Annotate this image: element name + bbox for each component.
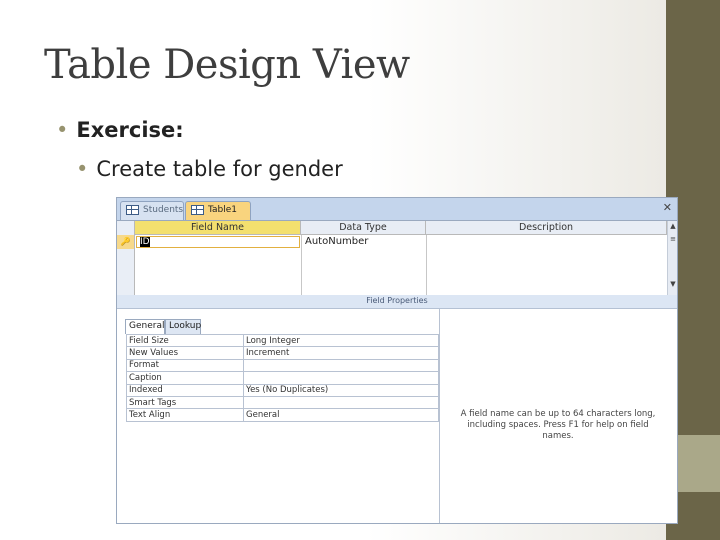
bullet-create-table-text: Create table for gender: [96, 157, 343, 181]
column-divider: [301, 235, 302, 295]
row-selector-column: [117, 221, 135, 295]
column-header-field-name[interactable]: Field Name: [135, 221, 301, 235]
property-name: Text Align: [126, 408, 244, 422]
primary-key-icon[interactable]: 🔑: [117, 235, 134, 249]
field-name-input[interactable]: ID: [136, 236, 300, 248]
table-row: Caption: [126, 371, 439, 385]
table-row: Format: [126, 358, 439, 373]
scroll-down-icon[interactable]: ▼: [669, 279, 677, 289]
property-value[interactable]: [243, 371, 439, 385]
bullet-create-table: • Create table for gender: [76, 157, 343, 181]
document-tab-strip: Students Table1 ✕: [117, 198, 677, 221]
property-name: Smart Tags: [126, 395, 244, 410]
scroll-thumb-icon[interactable]: ≡: [669, 234, 677, 244]
property-name: Field Size: [126, 333, 244, 348]
bullet-dot: •: [56, 118, 69, 142]
field-properties-label: Field Properties: [366, 296, 428, 305]
help-text: A field name can be up to 64 characters …: [460, 409, 656, 441]
access-table-design-window: Students Table1 ✕ 🔑 Field Name Data Type…: [116, 197, 678, 524]
table-icon: [126, 205, 139, 215]
column-header-data-type[interactable]: Data Type: [301, 221, 426, 235]
tab-general[interactable]: General: [125, 319, 165, 334]
data-type-cell[interactable]: AutoNumber: [305, 236, 368, 248]
table-row: Text Align General: [126, 408, 439, 422]
bullet-dot: •: [76, 157, 89, 181]
tab-table1-label: Table1: [208, 205, 237, 215]
bullet-exercise-text: Exercise:: [76, 118, 184, 142]
table-row: Indexed Yes (No Duplicates): [126, 383, 439, 397]
property-value[interactable]: Increment: [243, 346, 439, 360]
tab-table1[interactable]: Table1: [185, 201, 251, 220]
property-value[interactable]: Yes (No Duplicates): [243, 383, 439, 397]
column-header-description[interactable]: Description: [426, 221, 667, 235]
tab-students-label: Students: [143, 205, 184, 215]
property-name: Format: [126, 358, 244, 373]
property-name: New Values: [126, 346, 244, 360]
pane-divider: [439, 309, 440, 523]
field-properties-pane: General Lookup Field Size Long Integer N…: [117, 308, 677, 523]
tab-lookup[interactable]: Lookup: [165, 319, 201, 334]
bullet-exercise: • Exercise:: [56, 118, 184, 142]
table-row: New Values Increment: [126, 346, 439, 360]
property-value[interactable]: General: [243, 408, 439, 422]
column-divider: [426, 235, 427, 295]
property-value[interactable]: [243, 395, 439, 410]
property-value[interactable]: [243, 358, 439, 373]
properties-table: Field Size Long Integer New Values Incre…: [126, 333, 439, 422]
scroll-up-icon[interactable]: ▲: [669, 221, 677, 231]
close-icon[interactable]: ✕: [663, 202, 672, 214]
vertical-scrollbar[interactable]: ▲ ≡ ▼: [667, 221, 677, 295]
table-row: Smart Tags: [126, 395, 439, 410]
tab-students[interactable]: Students: [120, 201, 184, 220]
field-name-value: ID: [140, 237, 150, 247]
slide-title: Table Design View: [44, 42, 410, 88]
table-icon: [191, 205, 204, 215]
property-value[interactable]: Long Integer: [243, 333, 439, 348]
property-name: Caption: [126, 371, 244, 385]
table-row: Field Size Long Integer: [126, 333, 439, 348]
field-design-grid: 🔑 Field Name Data Type Description ID Au…: [117, 221, 667, 295]
property-name: Indexed: [126, 383, 244, 397]
